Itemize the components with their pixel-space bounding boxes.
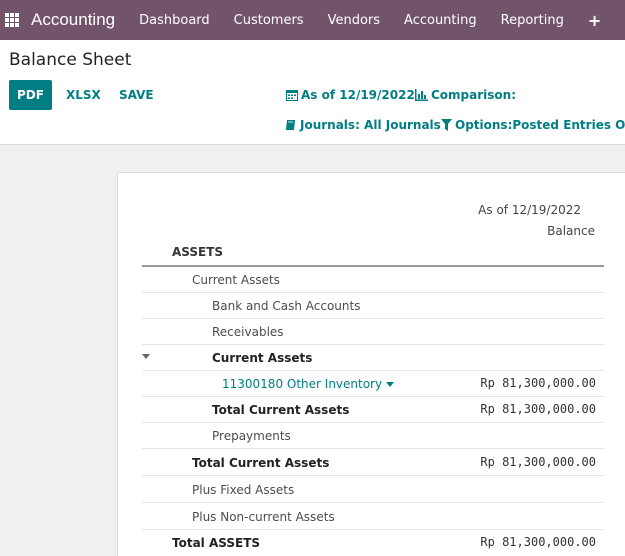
- menu-reporting[interactable]: Reporting: [501, 13, 564, 28]
- row-label: Total Current Assets: [212, 403, 350, 417]
- row-label: Plus Non-current Assets: [192, 510, 335, 524]
- account-link[interactable]: 11300180 Other Inventory: [222, 377, 395, 391]
- report-row[interactable]: 11300180 Other Inventory Rp 81,300,000.0…: [142, 371, 604, 397]
- menu-accounting[interactable]: Accounting: [404, 13, 477, 28]
- report-row[interactable]: Current Assets: [142, 345, 604, 371]
- report-row[interactable]: Total Current Assets Rp 81,300,000.00: [142, 397, 604, 423]
- date-filter-label: As of 12/19/2022: [301, 88, 415, 102]
- menu-vendors[interactable]: Vendors: [328, 13, 380, 28]
- xlsx-button[interactable]: XLSX: [66, 80, 101, 110]
- report-date-header: As of 12/19/2022: [478, 203, 581, 217]
- pdf-button[interactable]: PDF: [9, 80, 52, 110]
- report-row-total[interactable]: Total ASSETS Rp 81,300,000.00: [142, 530, 604, 556]
- journals-label: Journals: All Journals: [300, 118, 441, 132]
- date-filter[interactable]: As of 12/19/2022: [286, 88, 415, 102]
- report-row[interactable]: Current Assets: [142, 267, 604, 293]
- report-row[interactable]: Prepayments: [142, 423, 604, 449]
- app-name[interactable]: Accounting: [31, 10, 115, 30]
- row-amount: Rp 81,300,000.00: [480, 402, 596, 416]
- row-label: Current Assets: [192, 273, 280, 287]
- row-label: Bank and Cash Accounts: [212, 299, 361, 313]
- row-amount: Rp 81,300,000.00: [480, 376, 596, 390]
- report-row[interactable]: Plus Non-current Assets: [142, 504, 604, 530]
- row-label: Plus Fixed Assets: [192, 483, 295, 497]
- row-label: Receivables: [212, 325, 284, 339]
- dropdown-icon[interactable]: [386, 382, 395, 387]
- plus-icon[interactable]: +: [588, 11, 601, 30]
- options-label: Options:Posted Entries Only: [455, 118, 625, 132]
- row-amount: Rp 81,300,000.00: [480, 455, 596, 469]
- report-row[interactable]: Plus Fixed Assets: [142, 477, 604, 503]
- save-button[interactable]: SAVE: [119, 80, 154, 110]
- caret-down-icon[interactable]: [142, 354, 150, 359]
- report-row[interactable]: Total Current Assets Rp 81,300,000.00: [142, 450, 604, 476]
- menu-dashboard[interactable]: Dashboard: [139, 13, 210, 28]
- journals-filter[interactable]: Journals: All Journals: [285, 118, 441, 132]
- apps-grid-icon[interactable]: [5, 13, 19, 27]
- row-label: Total Current Assets: [192, 456, 330, 470]
- top-navbar: Accounting Dashboard Customers Vendors A…: [0, 0, 625, 40]
- row-label: Current Assets: [212, 351, 313, 365]
- row-amount: Rp 81,300,000.00: [480, 535, 596, 549]
- options-filter[interactable]: Options:Posted Entries Only: [441, 118, 625, 132]
- report-row[interactable]: Bank and Cash Accounts: [142, 293, 604, 319]
- menu-customers[interactable]: Customers: [234, 13, 304, 28]
- assets-section-header: ASSETS: [172, 245, 224, 259]
- control-panel: Balance Sheet PDF XLSX SAVE As of 12/19/…: [0, 40, 625, 145]
- bar-chart-icon: [415, 89, 428, 101]
- row-label: Prepayments: [212, 429, 291, 443]
- page-title: Balance Sheet: [9, 50, 132, 70]
- report-sheet: As of 12/19/2022 Balance ASSETS Current …: [117, 172, 625, 556]
- book-icon: [286, 120, 295, 130]
- report-row[interactable]: Receivables: [142, 319, 604, 345]
- funnel-icon: [441, 119, 452, 131]
- calendar-icon: [286, 90, 298, 101]
- comparison-label: Comparison:: [431, 88, 517, 102]
- balance-column-header: Balance: [547, 224, 595, 238]
- row-label[interactable]: 11300180 Other Inventory: [222, 377, 382, 391]
- comparison-filter[interactable]: Comparison:: [415, 88, 516, 102]
- row-label: Total ASSETS: [172, 536, 261, 550]
